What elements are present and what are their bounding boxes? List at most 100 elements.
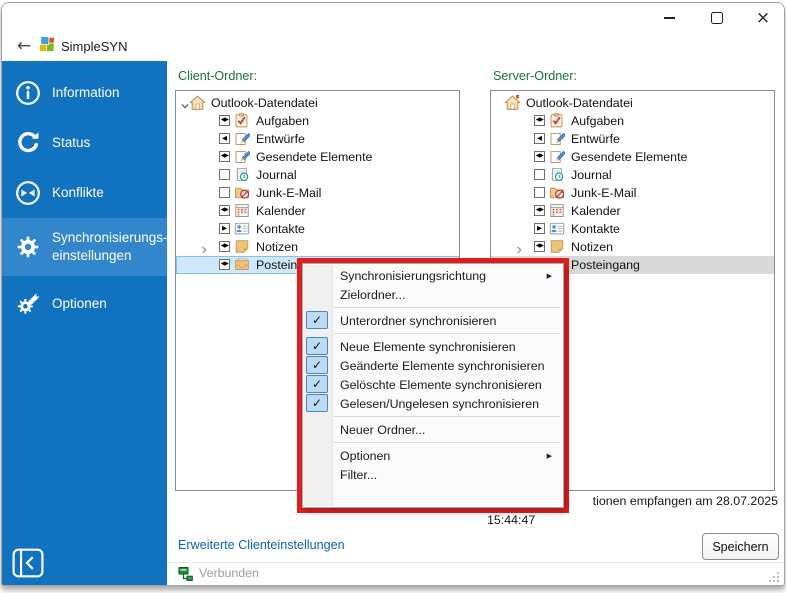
- tree-item-label: Kalender: [571, 204, 621, 218]
- sidebar-item-label: Konflikte: [52, 185, 104, 201]
- chevron-right-icon[interactable]: [514, 242, 524, 254]
- sidebar-item-sync-settings[interactable]: Synchronisierungs- einstellungen: [2, 218, 168, 276]
- back-arrow-icon[interactable]: ←: [12, 34, 36, 58]
- sync-direction-checkbox[interactable]: [219, 169, 230, 180]
- close-button[interactable]: ×: [744, 3, 782, 33]
- checkmark-icon: ✓: [306, 394, 328, 412]
- tree-item[interactable]: ◀▶ Kalender: [491, 202, 774, 220]
- sync-direction-checkbox[interactable]: ◀▶: [219, 241, 230, 252]
- draft-icon: [549, 149, 566, 165]
- tree-item[interactable]: Outlook-Datendatei: [176, 94, 459, 112]
- tree-item-label: Aufgaben: [256, 114, 310, 128]
- tree-item-label: Kontakte: [571, 222, 620, 236]
- tasks-icon: [549, 113, 566, 129]
- draft-icon: [234, 131, 251, 147]
- tree-item[interactable]: Junk-E-Mail: [491, 184, 774, 202]
- menu-item[interactable]: Optionen ▶: [303, 446, 563, 465]
- menu-item-label: Unterordner synchronisieren: [340, 313, 497, 328]
- menu-item[interactable]: Synchronisierungsrichtung ▶: [303, 266, 563, 285]
- sync-icon: [15, 130, 41, 156]
- menu-item[interactable]: ✓ Neue Elemente synchronisieren: [303, 337, 563, 356]
- app-window: ← SimpleSYN × Information Status Konflikte…: [1, 2, 785, 586]
- calendar-icon: [234, 203, 251, 219]
- tree-item[interactable]: Junk-E-Mail: [176, 184, 459, 202]
- sync-direction-checkbox[interactable]: ◀▶: [219, 259, 230, 270]
- tree-item[interactable]: ◀ Entwürfe: [176, 130, 459, 148]
- calendar-icon: [549, 203, 566, 219]
- maximize-button[interactable]: [698, 3, 736, 33]
- tree-item-label: Gesendete Elemente: [256, 150, 373, 164]
- sync-direction-checkbox[interactable]: ◀: [534, 133, 545, 144]
- tree-item[interactable]: ◀▶ Aufgaben: [491, 112, 774, 130]
- last-received-text: tionen empfangen am 28.07.2025: [592, 494, 778, 508]
- sync-direction-checkbox[interactable]: ◀▶: [219, 115, 230, 126]
- tree-item-label: Outlook-Datendatei: [211, 96, 318, 110]
- menu-item-label: Zielordner...: [340, 287, 406, 302]
- tree-item[interactable]: ◀ Entwürfe: [491, 130, 774, 148]
- sync-direction-checkbox[interactable]: ▶: [534, 223, 545, 234]
- sync-direction-checkbox[interactable]: ◀▶: [534, 151, 545, 162]
- sync-direction-checkbox[interactable]: ◀: [219, 133, 230, 144]
- menu-item-label: Gelesen/Ungelesen synchronisieren: [340, 396, 540, 411]
- menu-item-label: Neue Elemente synchronisieren: [340, 339, 516, 354]
- tree-item-label: Notizen: [571, 240, 614, 254]
- menu-separator: [334, 307, 560, 308]
- sidebar-item-optionen[interactable]: Optionen: [2, 282, 167, 326]
- tree-item-label: Junk-E-Mail: [571, 186, 637, 200]
- sidebar-item-konflikte[interactable]: Konflikte: [2, 171, 167, 215]
- sync-direction-checkbox[interactable]: ◀▶: [534, 115, 545, 126]
- connection-icon: [178, 566, 194, 582]
- menu-item[interactable]: ✓ Gelesen/Ungelesen synchronisieren: [303, 394, 563, 413]
- server-folder-label: Server-Ordner:: [493, 69, 577, 83]
- junk-icon: [234, 185, 251, 201]
- tree-item-label: Junk-E-Mail: [256, 186, 322, 200]
- tree-item[interactable]: ◀▶ Aufgaben: [176, 112, 459, 130]
- sync-direction-checkbox[interactable]: [534, 169, 545, 180]
- menu-item[interactable]: ✓ Geänderte Elemente synchronisieren: [303, 356, 563, 375]
- checkmark-icon: ✓: [306, 337, 328, 355]
- sidebar-item-label: Information: [52, 85, 120, 101]
- tree-item[interactable]: ◀▶ Kalender: [176, 202, 459, 220]
- sync-direction-checkbox[interactable]: ◀▶: [534, 241, 545, 252]
- resize-grip[interactable]: [768, 570, 780, 582]
- submenu-arrow-icon: ▶: [546, 451, 552, 460]
- sync-direction-checkbox[interactable]: [534, 187, 545, 198]
- advanced-client-settings-link[interactable]: Erweiterte Clienteinstellungen: [178, 538, 345, 552]
- tree-item[interactable]: ◀▶ Notizen: [176, 238, 459, 256]
- menu-item[interactable]: ✓ Unterordner synchronisieren: [303, 311, 563, 330]
- sync-direction-checkbox[interactable]: ▶: [219, 223, 230, 234]
- tree-item[interactable]: Outlook-Datendatei: [491, 94, 774, 112]
- sync-direction-checkbox[interactable]: ◀▶: [219, 151, 230, 162]
- tree-item[interactable]: Journal: [491, 166, 774, 184]
- sidebar-item-status[interactable]: Status: [2, 121, 167, 165]
- sync-direction-checkbox[interactable]: ◀▶: [219, 205, 230, 216]
- tree-item[interactable]: ◀▶ Gesendete Elemente: [491, 148, 774, 166]
- checkmark-icon: ✓: [306, 356, 328, 374]
- connection-status: Verbunden: [199, 566, 259, 580]
- tree-item[interactable]: ◀▶ Notizen: [491, 238, 774, 256]
- minimize-button[interactable]: [650, 3, 688, 33]
- sync-direction-checkbox[interactable]: [219, 187, 230, 198]
- tasks-icon: [234, 113, 251, 129]
- journal-icon: [234, 167, 251, 183]
- menu-item[interactable]: Zielordner...: [303, 285, 563, 304]
- sidebar-collapse-button[interactable]: [12, 548, 44, 578]
- home-icon: [189, 95, 206, 111]
- simplesyn-logo-icon: [39, 36, 56, 53]
- save-button[interactable]: Speichern: [702, 533, 779, 560]
- menu-item[interactable]: Neuer Ordner...: [303, 420, 563, 439]
- tree-item-label: Kalender: [256, 204, 306, 218]
- menu-item[interactable]: Filter...: [303, 465, 563, 484]
- tree-item[interactable]: ▶ Kontakte: [176, 220, 459, 238]
- menu-separator: [334, 333, 560, 334]
- tree-item[interactable]: ◀▶ Gesendete Elemente: [176, 148, 459, 166]
- gear-icon: [15, 234, 41, 260]
- tree-item-label: Posteingang: [571, 258, 640, 272]
- chevron-right-icon[interactable]: [199, 242, 209, 254]
- sidebar-item-information[interactable]: Information: [2, 71, 167, 115]
- sync-direction-checkbox[interactable]: ◀▶: [534, 205, 545, 216]
- tree-item-label: Journal: [571, 168, 612, 182]
- tree-item[interactable]: Journal: [176, 166, 459, 184]
- menu-item[interactable]: ✓ Gelöschte Elemente synchronisieren: [303, 375, 563, 394]
- tree-item[interactable]: ▶ Kontakte: [491, 220, 774, 238]
